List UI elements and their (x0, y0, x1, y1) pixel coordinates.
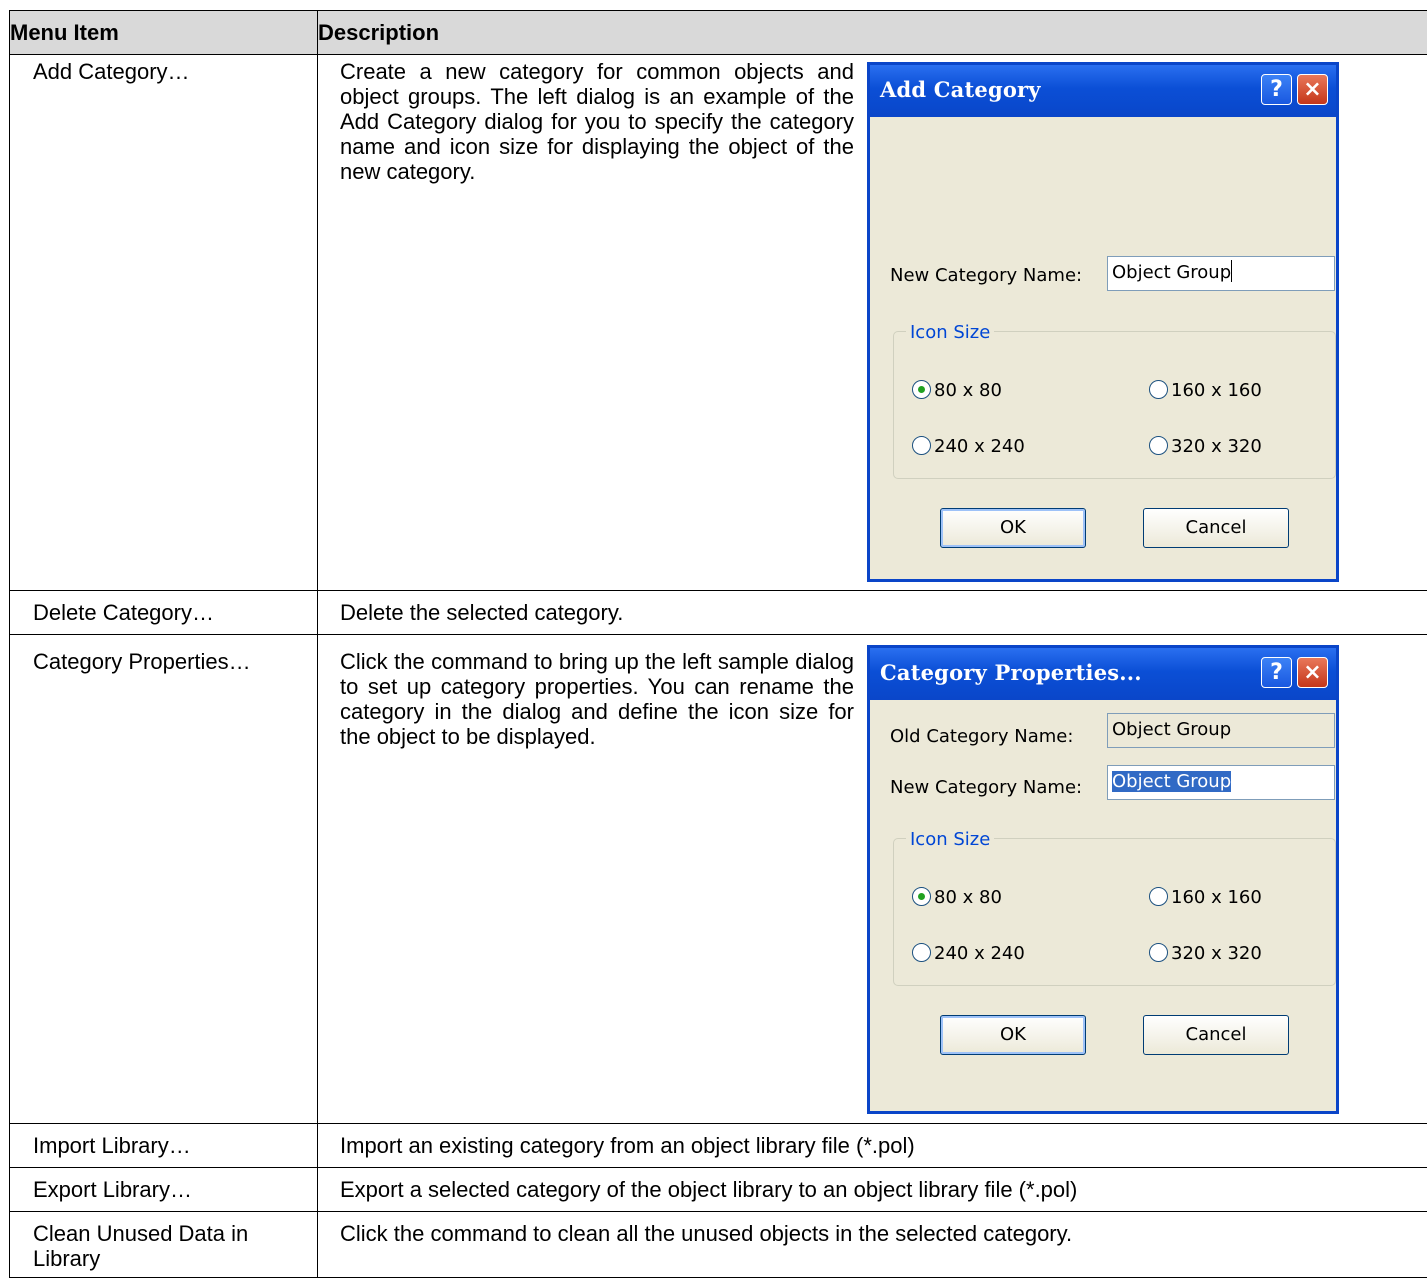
menu-item-label: Import Library… (10, 1124, 317, 1158)
add-category-dialog: Add Category ? × New Category Name: Obje… (867, 62, 1339, 582)
old-category-name-field: Object Group (1107, 713, 1335, 748)
close-icon[interactable]: × (1297, 657, 1328, 688)
radio-icon (1149, 887, 1168, 906)
radio-selected-icon (912, 887, 931, 906)
radio-icon (1149, 380, 1168, 399)
new-category-name-input[interactable]: Object Group (1107, 765, 1335, 800)
menu-item-label: Export Library… (10, 1168, 317, 1202)
new-category-name-label: New Category Name: (890, 263, 1082, 288)
header-description: Description (318, 11, 1427, 55)
radio-icon (1149, 436, 1168, 455)
table-row: Add Category… Create a new category for … (10, 55, 1427, 591)
old-category-name-label: Old Category Name: (890, 724, 1073, 749)
radio-selected-icon (912, 380, 931, 399)
description-text: Delete the selected category. (318, 591, 1427, 625)
close-icon[interactable]: × (1297, 74, 1328, 105)
radio-icon (912, 943, 931, 962)
help-icon[interactable]: ? (1261, 74, 1292, 105)
icon-size-label: Icon Size (906, 320, 994, 345)
dialog-title: Add Category (880, 77, 1041, 102)
cancel-button[interactable]: Cancel (1143, 508, 1289, 548)
new-category-name-label: New Category Name: (890, 775, 1082, 800)
menu-item-label: Add Category… (10, 55, 317, 84)
description-text: Click the command to bring up the left s… (340, 649, 854, 749)
category-properties-dialog: Category Properties... ? × Old Category … (867, 645, 1339, 1114)
radio-80[interactable]: 80 x 80 (912, 885, 1002, 910)
dialog-titlebar: Category Properties... ? × (870, 648, 1336, 700)
radio-icon (1149, 943, 1168, 962)
icon-size-label: Icon Size (906, 827, 994, 852)
menu-item-label: Category Properties… (10, 635, 317, 674)
table-row: Category Properties… Click the command t… (10, 635, 1427, 1124)
description-text: Click the command to clean all the unuse… (318, 1212, 1427, 1246)
radio-160[interactable]: 160 x 160 (1149, 885, 1262, 910)
header-menu-item: Menu Item (10, 11, 318, 55)
table-row: Export Library… Export a selected catego… (10, 1168, 1427, 1212)
menu-item-label: Delete Category… (10, 591, 317, 625)
menu-item-label: Clean Unused Data in Library (10, 1212, 317, 1271)
menu-table: Menu Item Description Add Category… Crea… (9, 10, 1427, 1278)
dialog-titlebar: Add Category ? × (870, 65, 1336, 117)
table-row: Clean Unused Data in Library Click the c… (10, 1212, 1427, 1278)
ok-button[interactable]: OK (940, 1015, 1086, 1055)
ok-button[interactable]: OK (940, 508, 1086, 548)
radio-icon (912, 436, 931, 455)
icon-size-group: Icon Size 80 x 80 160 x 160 240 x 240 32… (893, 838, 1336, 986)
radio-240[interactable]: 240 x 240 (912, 434, 1025, 459)
table-row: Import Library… Import an existing categ… (10, 1124, 1427, 1168)
icon-size-group: Icon Size 80 x 80 160 x 160 240 x 240 32… (893, 331, 1336, 479)
radio-160[interactable]: 160 x 160 (1149, 378, 1262, 403)
radio-320[interactable]: 320 x 320 (1149, 434, 1262, 459)
radio-80[interactable]: 80 x 80 (912, 378, 1002, 403)
header-row: Menu Item Description (10, 11, 1427, 55)
description-text: Import an existing category from an obje… (318, 1124, 1427, 1158)
radio-320[interactable]: 320 x 320 (1149, 941, 1262, 966)
help-icon[interactable]: ? (1261, 657, 1292, 688)
description-text: Create a new category for common objects… (340, 59, 854, 184)
radio-240[interactable]: 240 x 240 (912, 941, 1025, 966)
description-text: Export a selected category of the object… (318, 1168, 1427, 1202)
dialog-title: Category Properties... (880, 660, 1142, 685)
table-row: Delete Category… Delete the selected cat… (10, 591, 1427, 635)
new-category-name-input[interactable]: Object Group (1107, 256, 1335, 291)
cancel-button[interactable]: Cancel (1143, 1015, 1289, 1055)
